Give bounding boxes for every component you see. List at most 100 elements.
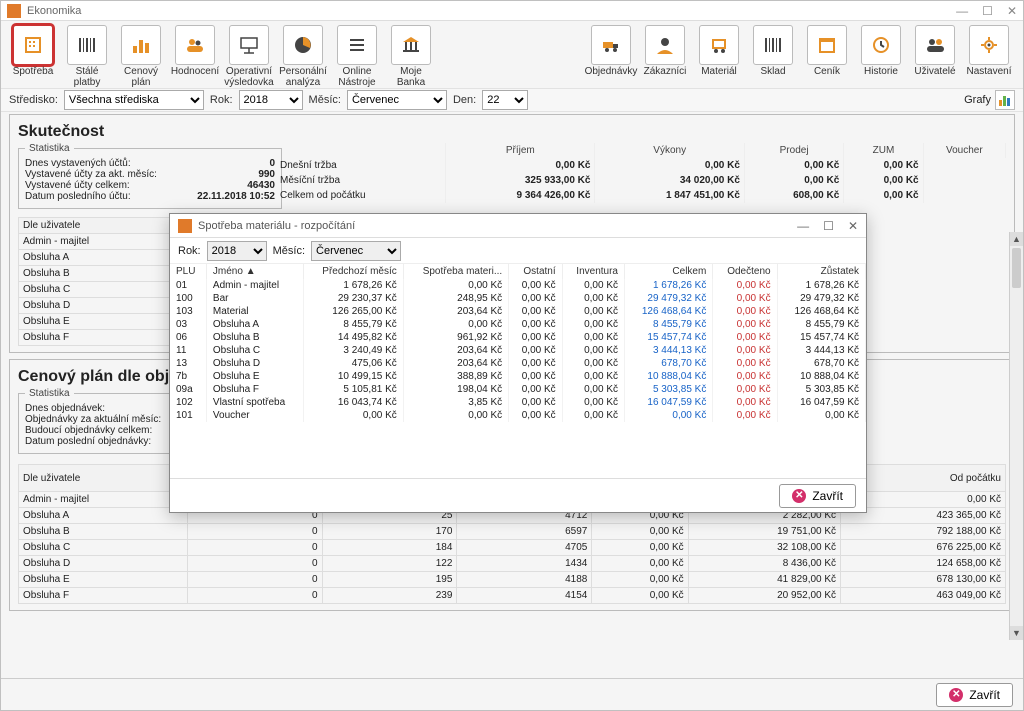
col-header[interactable]: PLU bbox=[170, 264, 206, 279]
col-header[interactable]: Ostatní bbox=[509, 264, 562, 279]
toolbar-online-nastroje[interactable]: Online Nástroje bbox=[331, 25, 383, 88]
truck-icon bbox=[591, 25, 631, 65]
table-row[interactable]: 01Admin - majitel1 678,26 Kč0,00 Kč0,00 … bbox=[170, 279, 866, 292]
cell: 4154 bbox=[457, 588, 592, 604]
cell: 608,00 Kč bbox=[744, 188, 843, 203]
cell: 124 658,00 Kč bbox=[841, 556, 1006, 572]
calendar-icon bbox=[807, 25, 847, 65]
mesic-select[interactable]: Červenec bbox=[347, 90, 447, 110]
cell: 5 303,85 Kč bbox=[625, 383, 713, 396]
col-header[interactable]: Dle uživatele bbox=[19, 465, 188, 492]
table-row[interactable]: 102Vlastní spotřeba16 043,74 Kč3,85 Kč0,… bbox=[170, 396, 866, 409]
cell: 0,00 Kč bbox=[509, 279, 562, 292]
close-icon: ✕ bbox=[949, 688, 963, 702]
table-row[interactable]: 13Obsluha D475,06 Kč203,64 Kč0,00 Kč0,00… bbox=[170, 357, 866, 370]
stredisko-select[interactable]: Všechna střediska bbox=[64, 90, 204, 110]
table-row[interactable]: 03Obsluha A8 455,79 Kč0,00 Kč0,00 Kč0,00… bbox=[170, 318, 866, 331]
modal-rok-select[interactable]: 2018 bbox=[207, 241, 267, 261]
cell: 1 847 451,00 Kč bbox=[595, 188, 744, 203]
cell: 0,00 Kč bbox=[562, 357, 624, 370]
modal-minimize-button[interactable]: — bbox=[797, 219, 809, 233]
cell: 4705 bbox=[457, 540, 592, 556]
user-icon bbox=[645, 25, 685, 65]
rok-select[interactable]: 2018 bbox=[239, 90, 303, 110]
cell: 0,00 Kč bbox=[509, 331, 562, 344]
table-row[interactable]: Obsluha F023941540,00 Kč20 952,00 Kč463 … bbox=[19, 588, 1006, 604]
building-icon bbox=[13, 25, 53, 65]
col-header[interactable]: Inventura bbox=[562, 264, 624, 279]
table-row[interactable]: 7bObsluha E10 499,15 Kč388,89 Kč0,00 Kč0… bbox=[170, 370, 866, 383]
col-header: Výkony bbox=[595, 143, 744, 158]
vertical-scrollbar[interactable]: ▲ ▼ bbox=[1009, 232, 1023, 640]
cell: 0,00 Kč bbox=[844, 158, 923, 173]
table-row[interactable]: 06Obsluha B14 495,82 Kč961,92 Kč0,00 Kč0… bbox=[170, 331, 866, 344]
maximize-button[interactable]: ☐ bbox=[982, 4, 993, 18]
table-row[interactable]: Obsluha E019541880,00 Kč41 829,00 Kč678 … bbox=[19, 572, 1006, 588]
toolbar-historie[interactable]: Historie bbox=[855, 25, 907, 78]
table-row[interactable]: 103Material126 265,00 Kč203,64 Kč0,00 Kč… bbox=[170, 305, 866, 318]
close-button[interactable]: ✕ bbox=[1007, 4, 1017, 18]
cell: 10 888,04 Kč bbox=[625, 370, 713, 383]
toolbar-cenik[interactable]: Ceník bbox=[801, 25, 853, 78]
cell: 34 020,00 Kč bbox=[595, 173, 744, 188]
table-row[interactable]: 101Voucher0,00 Kč0,00 Kč0,00 Kč0,00 Kč0,… bbox=[170, 409, 866, 422]
grafy-button[interactable] bbox=[995, 90, 1015, 110]
col-header: Prodej bbox=[744, 143, 843, 158]
stat-label: Dnes vystavených účtů: bbox=[25, 158, 185, 169]
cell: 463 049,00 Kč bbox=[841, 588, 1006, 604]
stat-label: Vystavené účty za akt. měsíc: bbox=[25, 169, 185, 180]
close-main-label: Zavřít bbox=[969, 688, 1000, 702]
modal-close-button[interactable]: ✕ bbox=[848, 219, 858, 233]
app-title: Ekonomika bbox=[27, 5, 81, 17]
modal-close-action-button[interactable]: ✕ Zavřít bbox=[779, 484, 856, 508]
table-row: Dnešní tržba0,00 Kč0,00 Kč0,00 Kč0,00 Kč bbox=[276, 158, 1006, 173]
toolbar-cenovy-plan[interactable]: Cenový plán bbox=[115, 25, 167, 88]
table-row[interactable]: Obsluha D012214340,00 Kč8 436,00 Kč124 6… bbox=[19, 556, 1006, 572]
toolbar-operativni-vysledovka[interactable]: Operativní výsledovka bbox=[223, 25, 275, 88]
minimize-button[interactable]: — bbox=[956, 4, 968, 18]
toolbar-objednavky[interactable]: Objednávky bbox=[585, 25, 637, 78]
toolbar-personalni-analyza[interactable]: Personální analýza bbox=[277, 25, 329, 88]
cell: 0,00 Kč bbox=[713, 409, 777, 422]
toolbar-moje-banka[interactable]: Moje Banka bbox=[385, 25, 437, 88]
col-header[interactable]: Odečteno bbox=[713, 264, 777, 279]
col-header[interactable]: Předchozí měsíc bbox=[304, 264, 404, 279]
table-row[interactable]: 09aObsluha F5 105,81 Kč198,04 Kč0,00 Kč0… bbox=[170, 383, 866, 396]
col-header[interactable]: Spotřeba materi... bbox=[403, 264, 508, 279]
cell: 0,00 Kč bbox=[403, 318, 508, 331]
cell: Admin - majitel bbox=[206, 279, 303, 292]
cell: 0,00 Kč bbox=[592, 540, 688, 556]
scroll-thumb[interactable] bbox=[1012, 248, 1021, 288]
cell: 5 303,85 Kč bbox=[777, 383, 865, 396]
table-row[interactable]: 11Obsluha C3 240,49 Kč203,64 Kč0,00 Kč0,… bbox=[170, 344, 866, 357]
modal-title: Spotřeba materiálu - rozpočítání bbox=[198, 220, 355, 232]
col-header[interactable]: Jméno ▲ bbox=[206, 264, 303, 279]
toolbar-zakaznici[interactable]: Zákazníci bbox=[639, 25, 691, 78]
toolbar-spotreba[interactable]: Spotřeba bbox=[7, 25, 59, 88]
material-table[interactable]: PLUJméno ▲Předchozí měsícSpotřeba materi… bbox=[170, 264, 866, 422]
mesic-label: Měsíc: bbox=[309, 94, 341, 106]
table-row[interactable]: Obsluha C018447050,00 Kč32 108,00 Kč676 … bbox=[19, 540, 1006, 556]
toolbar-sklad[interactable]: Sklad bbox=[747, 25, 799, 78]
toolbar-material[interactable]: Materiál bbox=[693, 25, 745, 78]
col-header[interactable]: Dle uživatele bbox=[19, 218, 178, 234]
table-row[interactable]: Obsluha B017065970,00 Kč19 751,00 Kč792 … bbox=[19, 524, 1006, 540]
den-select[interactable]: 22 bbox=[482, 90, 528, 110]
cell: Admin - majitel bbox=[19, 492, 188, 508]
toolbar-hodnoceni[interactable]: Hodnocení bbox=[169, 25, 221, 88]
col-header[interactable]: Celkem bbox=[625, 264, 713, 279]
col-header[interactable]: Zůstatek bbox=[777, 264, 865, 279]
modal-maximize-button[interactable]: ☐ bbox=[823, 219, 834, 233]
toolbar-stale-platby[interactable]: Stálé platby bbox=[61, 25, 113, 88]
scroll-up-icon[interactable]: ▲ bbox=[1010, 232, 1023, 246]
cell: 9 364 426,00 Kč bbox=[446, 188, 595, 203]
toolbar-nastaveni[interactable]: Nastavení bbox=[963, 25, 1015, 78]
cell: 0,00 Kč bbox=[713, 305, 777, 318]
table-row[interactable]: 100Bar29 230,37 Kč248,95 Kč0,00 Kč0,00 K… bbox=[170, 292, 866, 305]
scroll-down-icon[interactable]: ▼ bbox=[1010, 626, 1023, 640]
toolbar-uzivatele[interactable]: Uživatelé bbox=[909, 25, 961, 78]
cell: 0,00 Kč bbox=[744, 158, 843, 173]
toolbar: SpotřebaStálé platbyCenový plánHodnocení… bbox=[1, 21, 1023, 88]
modal-mesic-select[interactable]: Červenec bbox=[311, 241, 401, 261]
close-main-button[interactable]: ✕ Zavřít bbox=[936, 683, 1013, 707]
